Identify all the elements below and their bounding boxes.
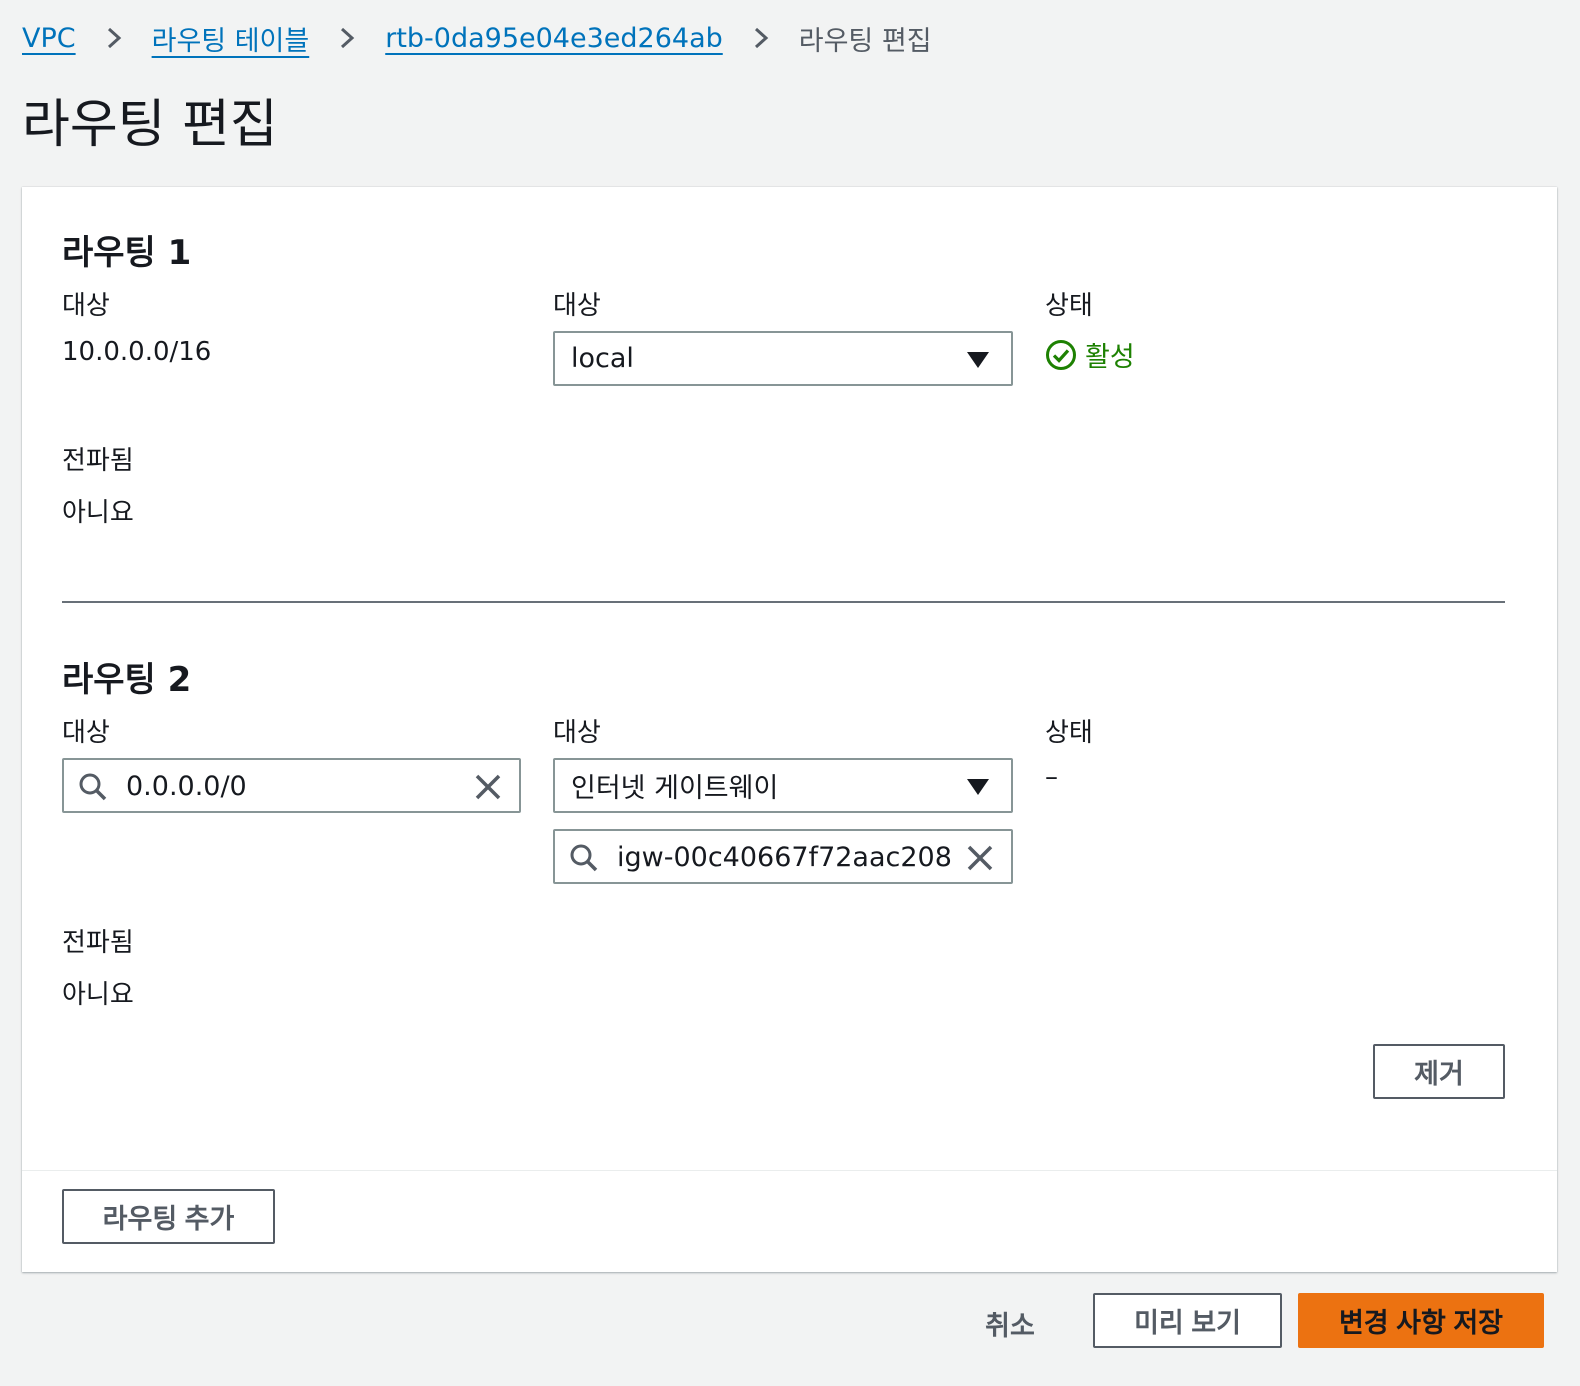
route-1-propagated-label: 전파됨 <box>62 446 134 476</box>
chevron-right-icon <box>754 27 768 49</box>
route-2-propagated-value: 아니요 <box>62 980 134 1010</box>
cancel-button[interactable]: 취소 <box>970 1296 1050 1351</box>
save-changes-button[interactable]: 변경 사항 저장 <box>1298 1293 1544 1348</box>
route-2-target-resource-value: igw-00c40667f72aac208 <box>617 842 952 873</box>
add-route-button[interactable]: 라우팅 추가 <box>62 1189 275 1244</box>
route-1-target-select-value: local <box>571 343 634 374</box>
route-1-title: 라우팅 1 <box>62 233 192 273</box>
route-2-target-label: 대상 <box>553 718 601 748</box>
close-icon[interactable] <box>965 843 995 873</box>
page-title: 라우팅 편집 <box>22 95 278 155</box>
route-1-destination-value: 10.0.0.0/16 <box>62 337 212 367</box>
route-2-propagated-label: 전파됨 <box>62 928 134 958</box>
route-2-destination-input[interactable]: 0.0.0.0/0 <box>62 758 521 813</box>
chevron-right-icon <box>341 27 355 49</box>
route-2-status-value: – <box>1045 762 1058 792</box>
caret-down-icon <box>967 352 989 368</box>
route-divider <box>62 601 1505 603</box>
route-2-target-select[interactable]: 인터넷 게이트웨이 <box>553 758 1013 813</box>
route-1-target-select[interactable]: local <box>553 331 1013 386</box>
breadcrumb-current: 라우팅 편집 <box>798 25 932 57</box>
search-icon <box>570 844 598 872</box>
check-circle-icon <box>1046 339 1076 370</box>
breadcrumb: VPC 라우팅 테이블 rtb-0da95e04e3ed264ab 라우팅 편집 <box>22 18 932 58</box>
route-2-destination-value: 0.0.0.0/0 <box>126 771 247 802</box>
route-1-status-label: 상태 <box>1045 291 1093 321</box>
routes-panel: 라우팅 1 대상 10.0.0.0/16 대상 local 상태 활성 전파됨 … <box>22 187 1557 1272</box>
route-2-destination-label: 대상 <box>62 718 110 748</box>
route-2-target-select-value: 인터넷 게이트웨이 <box>571 773 779 804</box>
route-2-target-resource-input[interactable]: igw-00c40667f72aac208 <box>553 829 1013 884</box>
route-1-destination-label: 대상 <box>62 291 110 321</box>
preview-button[interactable]: 미리 보기 <box>1093 1293 1282 1348</box>
route-2-title: 라우팅 2 <box>62 660 192 700</box>
chevron-right-icon <box>107 27 121 49</box>
breadcrumb-link-vpc[interactable]: VPC <box>22 23 76 54</box>
route-1-target-label: 대상 <box>553 291 601 321</box>
close-icon[interactable] <box>473 772 503 802</box>
caret-down-icon <box>967 779 989 795</box>
route-1-propagated-value: 아니요 <box>62 498 134 528</box>
route-1-status: 활성 <box>1045 335 1135 374</box>
breadcrumb-link-route-table-id[interactable]: rtb-0da95e04e3ed264ab <box>385 23 723 54</box>
breadcrumb-link-route-tables[interactable]: 라우팅 테이블 <box>152 19 310 58</box>
route-2-status-label: 상태 <box>1045 718 1093 748</box>
panel-footer-divider <box>22 1170 1557 1171</box>
route-1-status-value: 활성 <box>1085 342 1135 373</box>
remove-route-button[interactable]: 제거 <box>1373 1044 1505 1099</box>
search-icon <box>79 773 107 801</box>
